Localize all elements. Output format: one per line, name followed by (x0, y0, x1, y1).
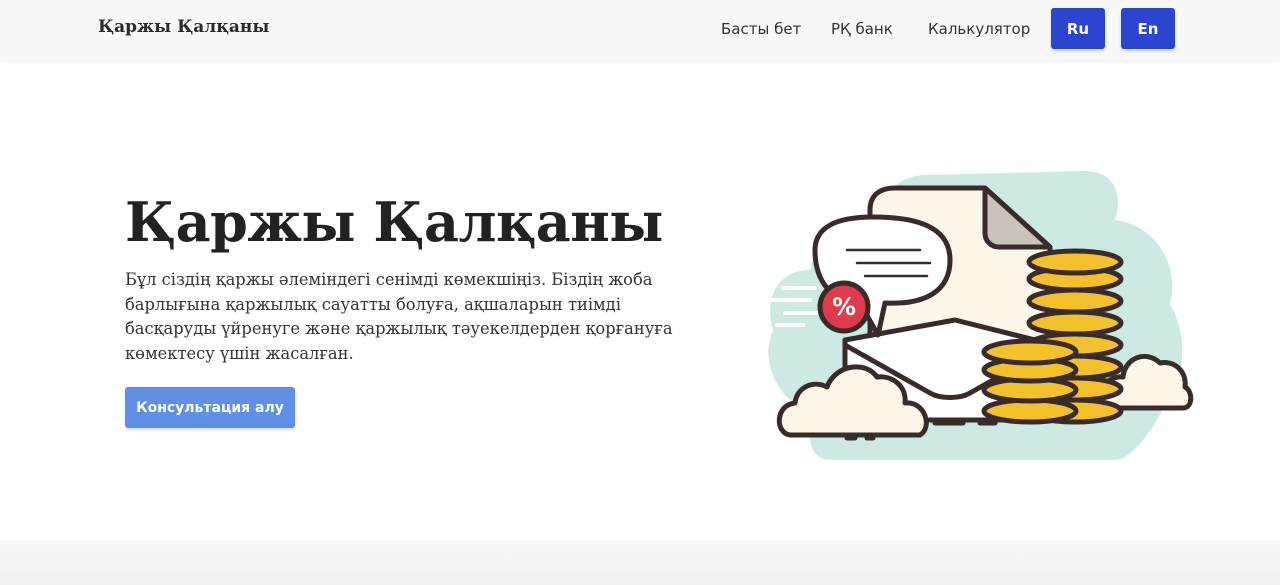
consultation-button[interactable]: Консультация алу (125, 387, 295, 428)
coin-stack-front-icon (981, 338, 1079, 425)
hero-title: Қаржы Қалқаны (125, 190, 663, 254)
brand-logo[interactable]: Қаржы Қалқаны (98, 17, 269, 37)
percent-badge-icon: % (817, 280, 871, 334)
nav-link-home[interactable]: Басты бет (721, 20, 801, 38)
percent-badge-text: % (832, 293, 856, 321)
finance-illustration: % (768, 171, 1194, 460)
hero-description: Бұл сіздің қаржы әлеміндегі сенімді көме… (125, 270, 673, 363)
nav-link-calculator[interactable]: Калькулятор (928, 20, 1030, 38)
language-ru-button[interactable]: Ru (1051, 8, 1105, 49)
next-section-edge (0, 540, 1280, 585)
nav-link-bank[interactable]: РҚ банк (831, 20, 893, 38)
navbar: Қаржы Қалқаны Басты бет РҚ банк Калькуля… (0, 0, 1280, 60)
language-en-button[interactable]: En (1121, 8, 1175, 49)
